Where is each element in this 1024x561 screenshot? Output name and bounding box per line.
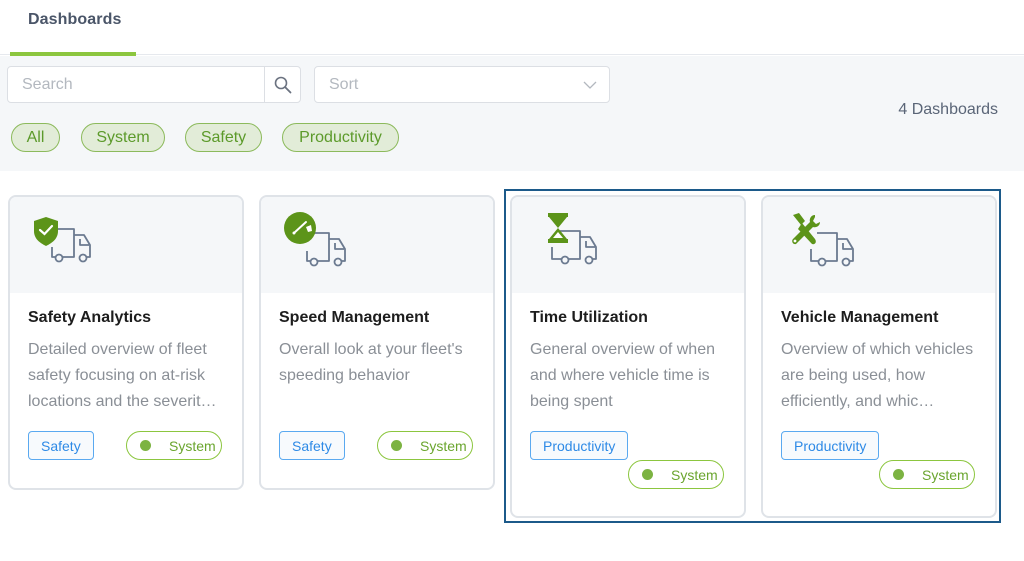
system-badge: System [628, 460, 724, 489]
card-title: Safety Analytics [28, 309, 152, 326]
search-icon [274, 76, 291, 93]
card-title: Speed Management [279, 309, 430, 326]
card-tags: Safety System [279, 431, 475, 461]
filter-chip-productivity[interactable]: Productivity [282, 123, 399, 152]
status-dot-icon [391, 440, 402, 451]
system-badge-label: System [420, 437, 467, 454]
speedometer-truck-icon [284, 212, 346, 267]
sort-placeholder: Sort [329, 76, 359, 93]
top-bar: Dashboards [0, 0, 1024, 56]
category-tag: Productivity [530, 431, 629, 460]
filter-chips: All System Safety Productivity [11, 123, 399, 152]
tools-truck-icon [792, 213, 854, 267]
system-badge-label: System [169, 437, 216, 454]
chevron-down-icon [583, 81, 597, 89]
hourglass-truck-icon [548, 213, 597, 265]
system-badge-label: System [671, 466, 718, 483]
system-badge: System [126, 431, 222, 460]
system-badge-label: System [922, 466, 969, 483]
tab-dashboards[interactable]: Dashboards [10, 0, 136, 56]
dashboard-card-speed-management[interactable]: Speed Management Overall look at your fl… [259, 195, 495, 490]
category-tag: Safety [28, 431, 94, 460]
card-body: Time Utilization General overview of whe… [512, 293, 744, 489]
filter-chip-all[interactable]: All [11, 123, 60, 152]
card-description: Overall look at your fleet's speeding be… [279, 341, 463, 384]
card-header [512, 197, 744, 293]
card-header [763, 197, 995, 293]
card-description: General overview of when and where vehic… [530, 341, 715, 410]
card-body: Safety Analytics Detailed overview of fl… [10, 293, 242, 461]
card-title: Vehicle Management [781, 309, 939, 326]
system-badge: System [879, 460, 975, 489]
status-dot-icon [140, 440, 151, 451]
card-title: Time Utilization [530, 309, 648, 326]
shield-check-truck-icon [34, 217, 91, 263]
card-header [10, 197, 242, 293]
dashboard-count: 4 Dashboards [898, 101, 998, 118]
category-tag: Safety [279, 431, 345, 460]
card-tags: Productivity System [781, 431, 977, 489]
card-tags: Productivity System [530, 431, 726, 489]
filter-bar: Sort All System Safety Productivity 4 Da… [0, 56, 1024, 171]
card-description: Overview of which vehicles are being use… [781, 341, 974, 410]
dashboard-card-vehicle-management[interactable]: Vehicle Management Overview of which veh… [761, 195, 997, 518]
filter-chip-system[interactable]: System [81, 123, 165, 152]
card-tags: Safety System [28, 431, 224, 461]
status-dot-icon [893, 469, 904, 480]
category-tag: Productivity [781, 431, 880, 460]
search-input[interactable] [8, 67, 265, 102]
search-box [7, 66, 301, 103]
tab-dashboards-label: Dashboards [28, 11, 122, 28]
dashboard-card-safety-analytics[interactable]: Safety Analytics Detailed overview of fl… [8, 195, 244, 490]
system-badge: System [377, 431, 473, 460]
status-dot-icon [642, 469, 653, 480]
card-description: Detailed overview of fleet safety focusi… [28, 341, 217, 410]
sort-dropdown[interactable]: Sort [314, 66, 610, 103]
card-header [261, 197, 493, 293]
dashboard-card-time-utilization[interactable]: Time Utilization General overview of whe… [510, 195, 746, 518]
card-body: Speed Management Overall look at your fl… [261, 293, 493, 461]
card-body: Vehicle Management Overview of which veh… [763, 293, 995, 489]
search-button[interactable] [264, 67, 300, 102]
filter-chip-safety[interactable]: Safety [185, 123, 262, 152]
